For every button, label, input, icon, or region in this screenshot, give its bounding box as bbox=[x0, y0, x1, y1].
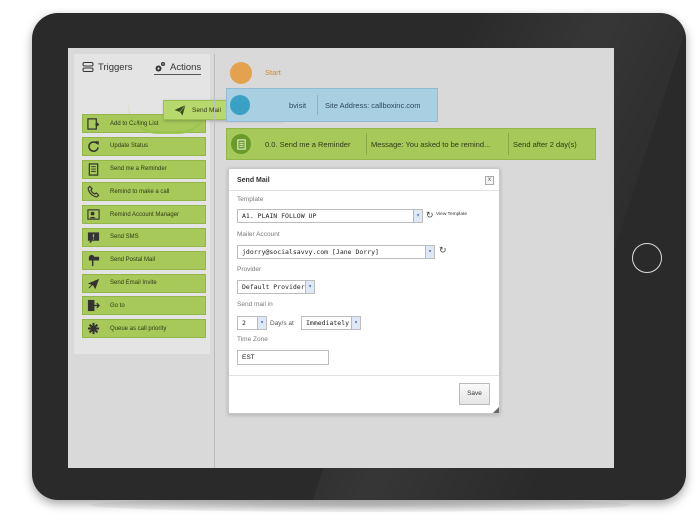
tab-actions-label: Actions bbox=[170, 61, 202, 73]
reminder-icon bbox=[236, 138, 246, 150]
start-node[interactable] bbox=[230, 62, 252, 84]
triggers-icon bbox=[82, 61, 94, 73]
action-go-to[interactable]: Go to bbox=[82, 296, 206, 316]
chevron-down-icon: ▾ bbox=[413, 210, 422, 222]
panel-tabs: Triggers Actions bbox=[74, 54, 210, 82]
view-template-link[interactable]: View Template bbox=[436, 212, 467, 217]
action-update-status[interactable]: Update Status bbox=[82, 136, 206, 156]
chevron-down-icon: ▾ bbox=[305, 281, 314, 293]
dialog-header-divider bbox=[229, 190, 499, 191]
reminder-node-circle bbox=[231, 134, 251, 154]
panel-divider bbox=[214, 54, 215, 468]
reminder-timing: Send after 2 day(s) bbox=[513, 140, 577, 149]
action-label: Update Status bbox=[110, 143, 149, 150]
action-send-sms[interactable]: Send SMS bbox=[82, 227, 206, 247]
priority-icon bbox=[86, 322, 100, 336]
action-label: Queue as call priority bbox=[110, 325, 167, 332]
trigger-label: bvisit bbox=[289, 101, 307, 110]
chevron-down-icon: ▾ bbox=[257, 317, 266, 329]
tab-actions[interactable]: Actions bbox=[154, 61, 202, 75]
send-mail-in-label: Send mail in bbox=[237, 301, 273, 308]
template-value: A1. PLAIN FOLLOW UP bbox=[242, 212, 317, 220]
action-label: Go to bbox=[110, 302, 125, 309]
action-remind-to-make-a-call[interactable]: Remind to make a call bbox=[82, 182, 206, 202]
action-label: Send SMS bbox=[110, 234, 139, 241]
dialog-footer-divider bbox=[229, 375, 499, 376]
send-time-select[interactable]: Immediately ▾ bbox=[301, 316, 361, 330]
tablet-shadow bbox=[90, 498, 630, 512]
mailer-account-value: jdorry@socialsavvy.com [Jane Dorry] bbox=[242, 248, 379, 256]
save-button[interactable]: Save bbox=[459, 383, 490, 405]
template-select[interactable]: A1. PLAIN FOLLOW UP ▾ bbox=[237, 209, 423, 223]
mailbox-icon bbox=[86, 253, 100, 267]
email-invite-icon bbox=[86, 276, 100, 290]
reminder-separator bbox=[508, 133, 509, 155]
sms-icon bbox=[86, 230, 100, 244]
reminder-title: 0.0. Send me a Reminder bbox=[265, 140, 351, 149]
send-time-value: Immediately bbox=[306, 319, 350, 327]
start-label: Start bbox=[265, 68, 281, 77]
actions-panel: Triggers Actions Add to Calling List Upd… bbox=[74, 54, 210, 354]
reminder-message: Message: You asked to be remind... bbox=[371, 140, 491, 149]
reminder-separator bbox=[366, 133, 367, 155]
action-send-email-invite[interactable]: Send Email Invite bbox=[82, 273, 206, 293]
template-label: Template bbox=[237, 196, 264, 203]
tab-triggers[interactable]: Triggers bbox=[82, 61, 133, 73]
send-mail-dialog: Send Mail x Template A1. PLAIN FOLLOW UP… bbox=[228, 168, 500, 414]
action-label: Remind to make a call bbox=[110, 188, 170, 195]
reminder-node[interactable]: 0.0. Send me a Reminder Message: You ask… bbox=[226, 128, 596, 160]
time-zone-label: Time Zone bbox=[237, 336, 268, 343]
chevron-down-icon: ▾ bbox=[351, 317, 360, 329]
phone-icon bbox=[86, 185, 100, 199]
resize-handle-icon[interactable] bbox=[493, 407, 499, 413]
mailer-account-label: Mailer Account bbox=[237, 231, 280, 238]
tab-triggers-label: Triggers bbox=[98, 61, 133, 73]
trigger-site-address: Site Address: callboxinc.com bbox=[325, 101, 421, 110]
action-label: Send Postal Mail bbox=[110, 257, 156, 264]
action-remind-account-manager[interactable]: Remind Account Manager bbox=[82, 205, 206, 225]
dialog-title: Send Mail bbox=[237, 177, 270, 184]
action-label: Send Email Invite bbox=[110, 280, 157, 287]
add-list-icon bbox=[86, 117, 100, 131]
trigger-separator bbox=[317, 95, 318, 115]
manager-icon bbox=[86, 208, 100, 222]
action-label: Remind Account Manager bbox=[110, 211, 180, 218]
goto-icon bbox=[86, 299, 100, 313]
reminder-icon bbox=[86, 162, 100, 176]
provider-value: Default Provider bbox=[242, 283, 305, 291]
trigger-node-circle bbox=[230, 95, 250, 115]
mailer-account-select[interactable]: jdorry@socialsavvy.com [Jane Dorry] ▾ bbox=[237, 245, 435, 259]
refresh-template-icon[interactable]: ↻ bbox=[426, 210, 434, 221]
dragged-item-label: Send Mail bbox=[192, 106, 221, 114]
action-send-postal-mail[interactable]: Send Postal Mail bbox=[82, 250, 206, 270]
app-screen: Triggers Actions Add to Calling List Upd… bbox=[68, 48, 614, 468]
trigger-node[interactable]: bvisit Site Address: callboxinc.com bbox=[226, 88, 438, 122]
action-queue-as-call-priority[interactable]: Queue as call priority bbox=[82, 319, 206, 339]
close-icon[interactable]: x bbox=[485, 176, 494, 185]
action-send-me-a-reminder[interactable]: Send me a Reminder bbox=[82, 159, 206, 179]
refresh-mailer-icon[interactable]: ↻ bbox=[439, 245, 447, 256]
time-zone-field[interactable]: EST bbox=[237, 350, 329, 365]
provider-select[interactable]: Default Provider ▾ bbox=[237, 280, 315, 294]
days-at-label: Day/s at bbox=[270, 320, 294, 327]
refresh-icon bbox=[86, 139, 100, 153]
provider-label: Provider bbox=[237, 266, 262, 273]
days-value: 2 bbox=[242, 319, 246, 327]
paper-plane-icon bbox=[174, 104, 186, 116]
action-list: Add to Calling List Update Status Send m… bbox=[82, 114, 206, 342]
gears-icon bbox=[154, 61, 166, 73]
action-label: Send me a Reminder bbox=[110, 166, 167, 173]
days-select[interactable]: 2 ▾ bbox=[237, 316, 267, 330]
chevron-down-icon: ▾ bbox=[425, 246, 434, 258]
home-button[interactable] bbox=[632, 243, 662, 273]
